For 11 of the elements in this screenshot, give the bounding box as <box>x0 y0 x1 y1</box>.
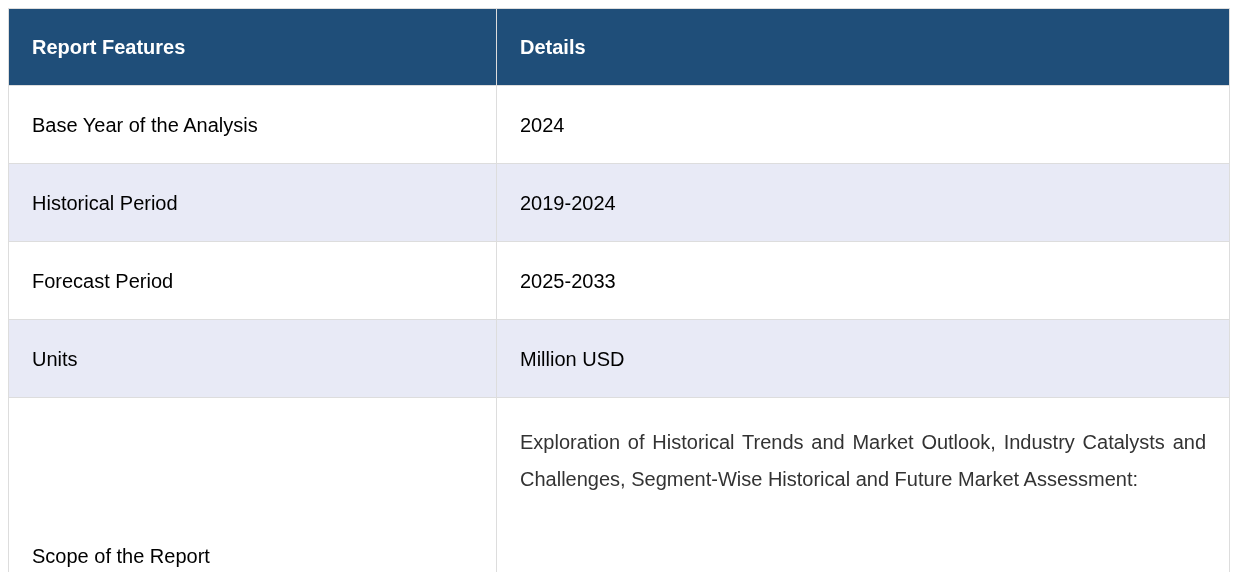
table-cell: Million USD <box>496 319 1230 398</box>
column-header: Report Features <box>8 8 497 86</box>
table-cell: 2019-2024 <box>496 163 1230 242</box>
table-cell: Forecast Period <box>8 241 497 320</box>
table-cell: Historical Period <box>8 163 497 242</box>
table-cell: Scope of the Report <box>8 397 497 572</box>
column-header: Details <box>496 8 1230 86</box>
table-cell: 2024 <box>496 85 1230 164</box>
table-cell: Units <box>8 319 497 398</box>
table-cell: Base Year of the Analysis <box>8 85 497 164</box>
table-cell: 2025-2033 <box>496 241 1230 320</box>
